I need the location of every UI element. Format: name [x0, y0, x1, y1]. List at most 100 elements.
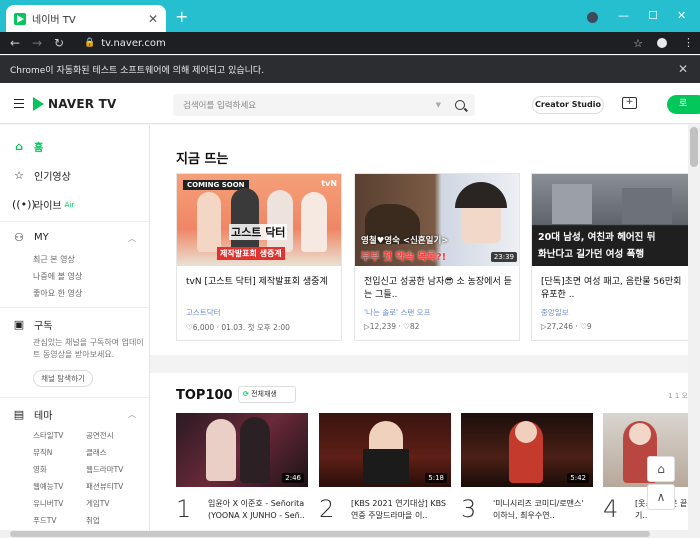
site-header: NAVER TV 검색어를 입력하세요 ▼ Creator Studio + 로 — [0, 84, 700, 124]
sidebar-item-live[interactable]: ((•)) 라이브 Air — [12, 197, 74, 212]
back-arrow-icon[interactable]: ← — [4, 36, 26, 50]
theme-item[interactable]: 푸드TV — [33, 515, 57, 526]
search-box[interactable]: 검색어를 입력하세요 ▼ — [173, 94, 475, 116]
sidebar-item-subscribe[interactable]: ▣ 구독 — [12, 317, 53, 332]
close-window-button[interactable]: ✕ — [677, 9, 686, 22]
theme-item[interactable]: 패션뷰티TV — [86, 481, 123, 492]
sidebar-item-label: MY — [34, 232, 49, 243]
theme-item[interactable]: 뮤직N — [33, 447, 52, 458]
horizontal-scrollbar[interactable] — [0, 530, 688, 538]
video-duration: 2:46 — [282, 473, 304, 483]
video-card[interactable]: COMING SOON tvN 고스트 닥터 제작발표회 생중계 tvN [고스… — [176, 173, 342, 341]
theme-item[interactable]: 유니버TV — [33, 498, 63, 509]
creator-studio-button[interactable]: Creator Studio — [532, 96, 604, 114]
sidebar-sub-later[interactable]: 나중에 볼 영상 — [33, 271, 82, 282]
login-button[interactable]: 로 — [667, 95, 700, 114]
lock-icon: 🔒 — [84, 38, 96, 48]
home-icon: ⌂ — [15, 140, 23, 153]
menu-kebab-icon[interactable]: ⋮ — [683, 36, 694, 49]
home-float-button[interactable]: ⌂ — [647, 456, 675, 482]
channel-name[interactable]: 고스트닥터 — [186, 307, 221, 318]
profile-avatar-icon[interactable] — [657, 38, 667, 48]
video-thumbnail[interactable]: 2:46 — [176, 413, 308, 487]
video-title[interactable]: 전입신고 성공한 남자😎 소 농장에서 듣는 그들.. — [364, 276, 514, 302]
theme-item[interactable]: 공연전시 — [86, 430, 114, 441]
video-thumbnail[interactable]: COMING SOON tvN 고스트 닥터 제작발표회 생중계 — [177, 174, 341, 266]
search-icon[interactable] — [455, 100, 465, 110]
hamburger-menu-icon[interactable] — [14, 99, 24, 108]
automation-message: Chrome이 자동화된 테스트 소프트웨어에 의해 제어되고 있습니다. — [10, 66, 265, 76]
theme-item[interactable]: 취업 — [86, 515, 100, 526]
thumbnail-caption-2: 화난다고 길가던 여성 폭행 — [538, 249, 645, 260]
ranking-item[interactable]: 5:42 3 '미니시리즈 코미디/로맨스' 이하늬, 최우수연.. — [461, 413, 593, 523]
ranking-item[interactable]: 5:18 2 [KBS 2021 연기대상] KBS 연중 주말드라마을 이.. — [319, 413, 451, 523]
sidebar-item-label: 홈 — [34, 143, 44, 154]
theme-item[interactable]: 웹예능TV — [33, 481, 63, 492]
scrollbar-thumb[interactable] — [10, 531, 650, 537]
replay-icon: ⟳ — [243, 390, 249, 398]
theme-item[interactable]: 웹드라마TV — [86, 464, 123, 475]
maximize-button[interactable]: ☐ — [648, 9, 658, 22]
video-thumbnail[interactable] — [603, 413, 688, 487]
sidebar-item-theme[interactable]: ▤ 테마 — [12, 407, 53, 422]
top100-pager[interactable]: 1 1 오 — [668, 391, 688, 401]
sidebar-item-home[interactable]: ⌂ 홈 — [12, 139, 43, 154]
video-title[interactable]: tvN [고스트 닥터] 제작발표회 생중계 — [186, 276, 336, 302]
tab-title: 네이버 TV — [32, 15, 76, 26]
ranking-item[interactable]: 2:46 1 임윤아 X 이준호 - Señorita (YOONA X JUN… — [176, 413, 308, 523]
theme-item[interactable]: 스타일TV — [33, 430, 63, 441]
naver-tv-logo[interactable]: NAVER TV — [33, 97, 117, 111]
video-thumbnail[interactable]: 5:18 — [319, 413, 451, 487]
video-duration: 5:18 — [425, 473, 447, 483]
page-content: NAVER TV 검색어를 입력하세요 ▼ Creator Studio + 로… — [0, 84, 700, 538]
video-title[interactable]: 임윤아 X 이준호 - Señorita (YOONA X JUNHO - Se… — [208, 498, 308, 522]
tab-close-icon[interactable]: ✕ — [148, 12, 158, 26]
ranking-item[interactable]: 4 [옷소매 붉은 끝동] ..하 공기.. — [603, 413, 688, 523]
chevron-up-icon[interactable]: ︿ — [128, 409, 136, 420]
theme-item[interactable]: 영화 — [33, 464, 47, 475]
rank-number: 1 — [176, 495, 192, 523]
channel-name[interactable]: 중앙일보 — [541, 307, 569, 318]
play-logo-icon — [33, 97, 44, 111]
video-title[interactable]: '미니시리즈 코미디/로맨스' 이하늬, 최우수연.. — [493, 498, 593, 522]
address-bar[interactable]: 🔒 tv.naver.com ☆ — [76, 34, 651, 52]
naver-tv-favicon-icon — [14, 12, 26, 25]
play-all-button[interactable]: ⟳ 전체재생 — [238, 386, 296, 403]
video-card[interactable]: 20대 남성, 여친과 헤어진 뒤 화난다고 길가던 여성 폭행 [단독]초면 … — [531, 173, 688, 341]
profile-dot-icon[interactable] — [587, 12, 598, 23]
theme-item[interactable]: 게임TV — [86, 498, 110, 509]
upload-video-icon[interactable]: + — [622, 97, 637, 109]
minimize-button[interactable]: — — [618, 9, 629, 22]
video-title[interactable]: [단독]초면 여성 패고, 음란물 56만회 유포한 .. — [541, 276, 688, 302]
thumbnail-caption-1: 20대 남성, 여친과 헤어진 뒤 — [538, 232, 656, 243]
search-dropdown-icon[interactable]: ▼ — [436, 101, 441, 109]
scroll-top-button[interactable]: ∧ — [647, 484, 675, 510]
sidebar: ⌂ 홈 ☆ 인기영상 ((•)) 라이브 Air ⚇ MY ︿ 최근 본 영상 … — [0, 125, 150, 538]
video-card[interactable]: 영철♥영숙 <신혼일기> 부부 첫 약속 목록?! 23:39 전입신고 성공한… — [354, 173, 520, 341]
sidebar-sub-liked[interactable]: 좋아요 한 영상 — [33, 288, 82, 299]
browser-tab[interactable]: 네이버 TV ✕ — [6, 5, 166, 32]
sidebar-item-popular[interactable]: ☆ 인기영상 — [12, 168, 71, 183]
channel-find-button[interactable]: 채널 탐색하기 — [33, 370, 93, 387]
video-thumbnail[interactable]: 20대 남성, 여친과 헤어진 뒤 화난다고 길가던 여성 폭행 — [532, 174, 688, 266]
video-thumbnail[interactable]: 5:42 — [461, 413, 593, 487]
sidebar-item-label: 테마 — [34, 411, 53, 422]
tab-strip: 네이버 TV ✕ + — ☐ ✕ — [0, 0, 700, 32]
scrollbar-thumb[interactable] — [690, 127, 698, 167]
vertical-scrollbar[interactable] — [688, 125, 700, 538]
logo-text: NAVER TV — [48, 97, 117, 111]
channel-name[interactable]: '나는 솔로' 스탠 오프 — [364, 307, 430, 318]
video-title[interactable]: [KBS 2021 연기대상] KBS 연중 주말드라마을 이.. — [351, 498, 451, 522]
video-thumbnail[interactable]: 영철♥영숙 <신혼일기> 부부 첫 약속 목록?! 23:39 — [355, 174, 519, 266]
chevron-up-icon[interactable]: ︿ — [128, 233, 136, 244]
info-bar-close-icon[interactable]: ✕ — [678, 62, 688, 76]
play-all-label: 전체재생 — [251, 390, 277, 398]
sidebar-sub-recent[interactable]: 최근 본 영상 — [33, 254, 75, 265]
sidebar-item-my[interactable]: ⚇ MY — [12, 231, 49, 244]
forward-arrow-icon[interactable]: → — [26, 36, 48, 50]
theme-item[interactable]: 클래스 — [86, 447, 107, 458]
bookmark-star-icon[interactable]: ☆ — [633, 37, 643, 50]
new-tab-button[interactable]: + — [175, 7, 188, 26]
reload-icon[interactable]: ↻ — [48, 36, 70, 50]
search-input[interactable]: 검색어를 입력하세요 — [183, 99, 436, 111]
